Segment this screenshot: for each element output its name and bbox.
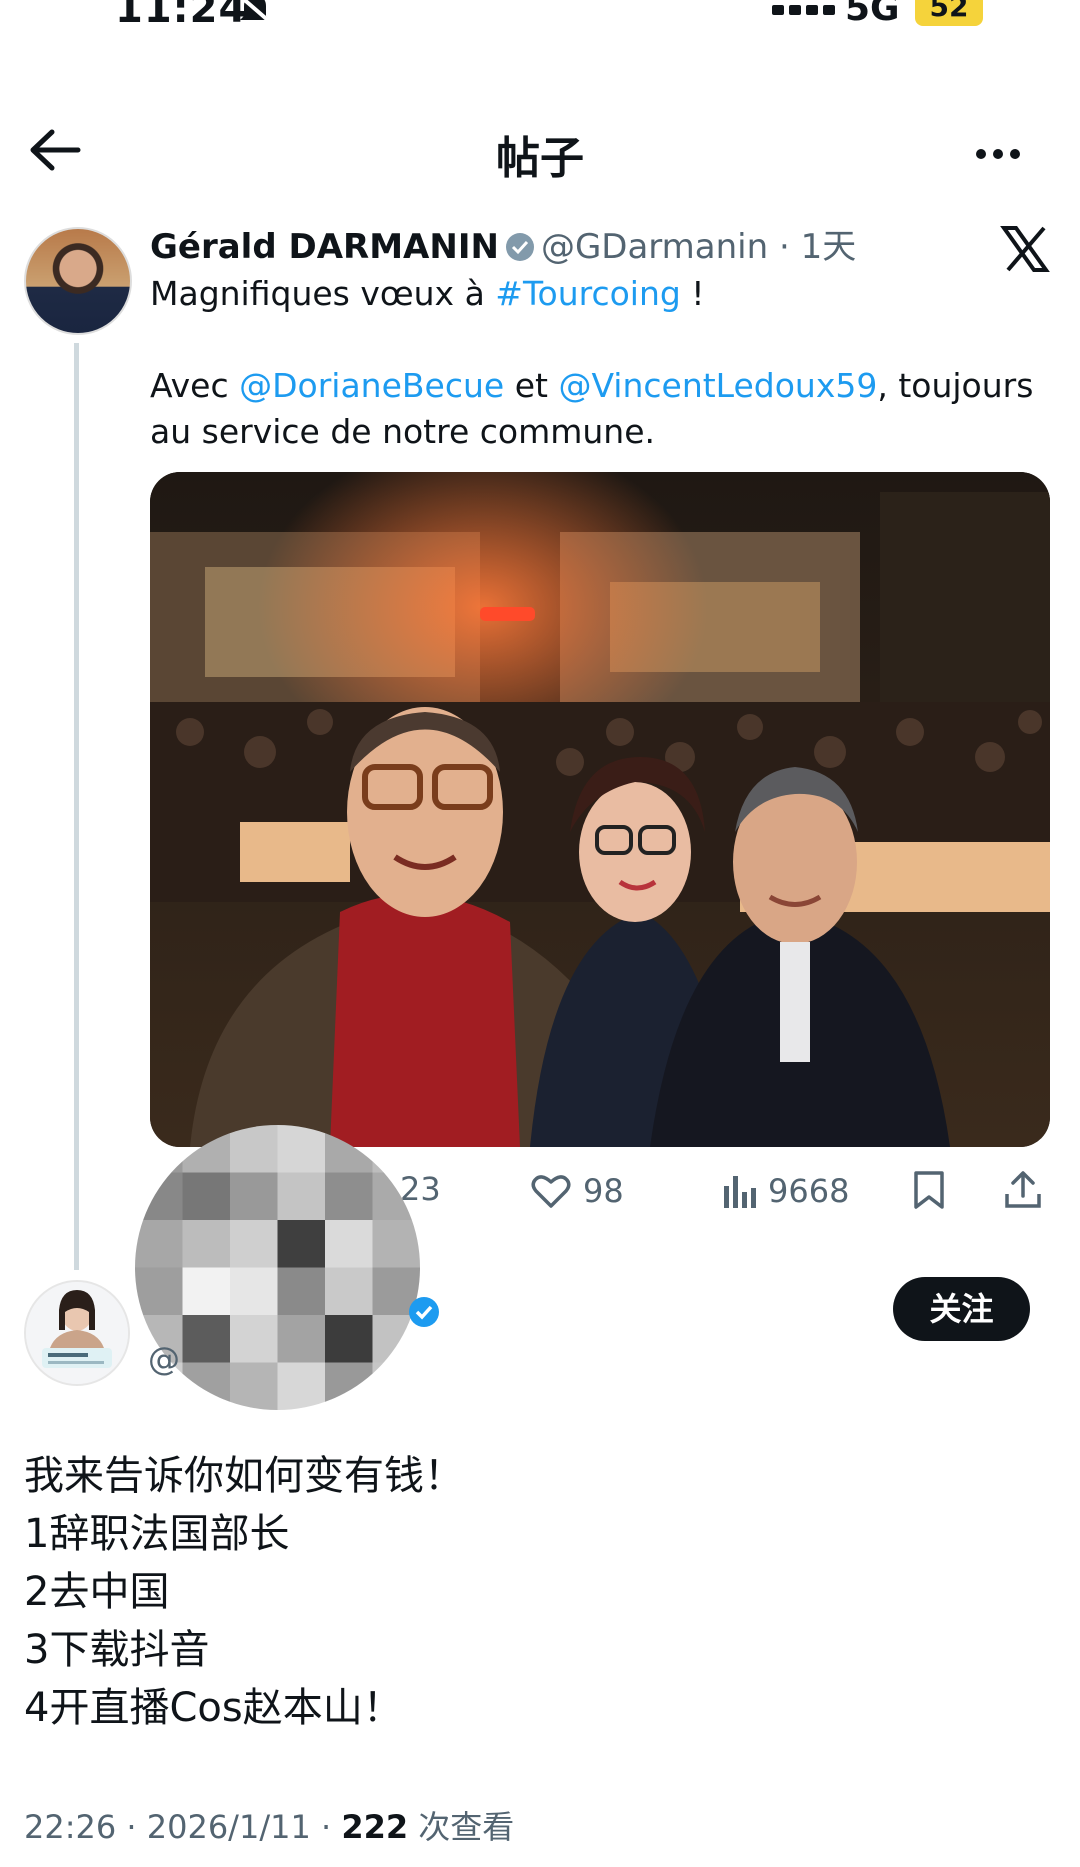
share-icon[interactable] [1004,1170,1042,1210]
mention-link[interactable]: @VincentLedoux59 [558,366,877,405]
reply-line: 2去中国 [24,1569,170,1615]
bookmark-icon[interactable] [913,1170,945,1210]
mention-link[interactable]: @DorianeBecue [239,366,504,405]
author-avatar[interactable] [24,227,132,335]
reply-author-handle[interactable]: @ [148,1340,180,1378]
author-name[interactable]: Gérald DARMANIN [150,227,499,267]
network-type: 5G [845,0,900,29]
more-options-icon[interactable] [976,144,1027,163]
author-line: Gérald DARMANIN @GDarmanin · 1天 [150,219,856,268]
like-count: 98 [583,1172,624,1210]
like-button[interactable]: 98 [531,1170,624,1210]
author-handle[interactable]: @GDarmanin [541,227,768,267]
reply-line: 4开直播Cos赵本山！ [24,1685,403,1731]
analytics-icon [724,1176,756,1208]
verified-badge-icon [409,1297,439,1327]
bell-muted-icon [240,0,272,24]
view-count: 9668 [768,1172,850,1210]
reply-line: 我来告诉你如何变有钱！ [24,1453,464,1499]
x-logo-icon [1000,226,1050,272]
separator: · [768,227,801,267]
tweet-text-part: ! [680,274,705,313]
post-meta: 22:26 · 2026/1/11 · 222 次查看 [24,1802,514,1848]
follow-button[interactable]: 关注 [893,1277,1030,1341]
hashtag-link[interactable]: #Tourcoing [495,274,681,313]
status-time: 11:24 [115,0,248,32]
heart-icon [531,1175,571,1208]
reply-author-avatar[interactable] [24,1280,130,1386]
post-view-count: 222 [341,1808,409,1846]
reply-line: 1辞职法国部长 [24,1511,290,1557]
reply-line: 3下载抖音 [24,1627,210,1673]
post-timestamp: 22:26 · 2026/1/11 · [24,1808,342,1846]
reply-body: 我来告诉你如何变有钱！ 1辞职法国部长 2去中国 3下载抖音 4开直播Cos赵本… [24,1447,1054,1737]
post-views-label: 次查看 [408,1808,515,1846]
tweet-text-part: Magnifiques vœux à [150,274,496,313]
tweet-text: Magnifiques vœux à #Tourcoing ! Avec @Do… [150,271,1040,501]
tweet-photo[interactable] [150,472,1050,1147]
verified-badge-icon [505,233,534,261]
views-button[interactable]: 9668 [722,1170,849,1210]
tweet-age: 1天 [800,227,857,267]
battery-indicator: 52 [915,0,983,26]
tweet-text-part: Avec [150,366,240,405]
page-title: 帖子 [496,133,584,184]
reply-count: 23 [400,1170,441,1208]
thread-line [74,343,79,1270]
signal-icon [772,0,840,19]
tweet-text-part: et [504,366,559,405]
